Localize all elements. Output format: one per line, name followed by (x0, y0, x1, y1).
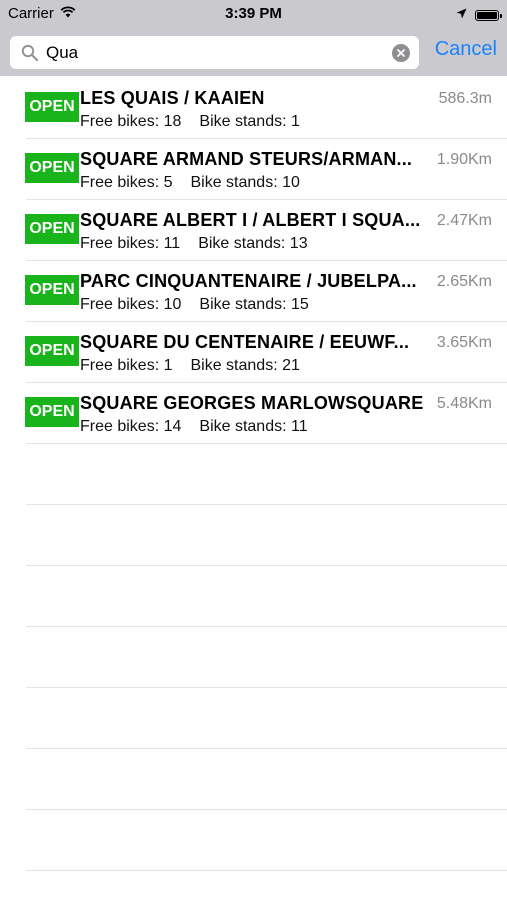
free-bikes-label: Free bikes: 1 (80, 357, 173, 374)
station-availability: Free bikes: 1 Bike stands: 21 (80, 357, 300, 375)
status-bar: Carrier 3:39 PM (0, 0, 507, 28)
station-availability: Free bikes: 5 Bike stands: 10 (80, 174, 300, 192)
station-availability: Free bikes: 18 Bike stands: 1 (80, 113, 300, 131)
search-input[interactable] (46, 36, 376, 69)
list-item[interactable]: OPEN SQUARE ARMAND STEURS/ARMAN... 1.90K… (25, 139, 507, 200)
list-item[interactable]: OPEN SQUARE GEORGES MARLOWSQUARE 5.48Km … (25, 383, 507, 444)
empty-row-separator (26, 810, 507, 871)
list-item[interactable]: OPEN SQUARE ALBERT I / ALBERT I SQUA... … (25, 200, 507, 261)
status-badge: OPEN (25, 153, 79, 183)
bike-stands-label: Bike stands: 15 (199, 296, 309, 313)
search-bar: Cancel (0, 28, 507, 76)
bike-stands-label: Bike stands: 1 (199, 113, 300, 130)
list-item[interactable]: OPEN LES QUAIS / KAAIEN 586.3m Free bike… (25, 78, 507, 139)
station-name: SQUARE ALBERT I / ALBERT I SQUA... (80, 210, 421, 230)
bike-stands-label: Bike stands: 13 (198, 235, 308, 252)
station-distance: 2.47Km (436, 212, 492, 229)
status-badge: OPEN (25, 92, 79, 122)
station-name: SQUARE ARMAND STEURS/ARMAN... (80, 149, 413, 169)
empty-row-separator (26, 505, 507, 566)
station-name: SQUARE GEORGES MARLOWSQUARE (80, 393, 424, 413)
bike-stands-label: Bike stands: 21 (190, 357, 300, 374)
station-distance: 5.48Km (436, 395, 492, 412)
location-arrow-icon (456, 6, 467, 24)
list-item[interactable]: OPEN SQUARE DU CENTENAIRE / EEUWF... 3.6… (25, 322, 507, 383)
search-icon (21, 44, 39, 62)
free-bikes-label: Free bikes: 14 (80, 418, 182, 435)
empty-row-separator (26, 566, 507, 627)
status-badge: OPEN (25, 397, 79, 427)
station-list: OPEN LES QUAIS / KAAIEN 586.3m Free bike… (0, 78, 507, 871)
station-distance: 586.3m (438, 90, 492, 107)
station-availability: Free bikes: 10 Bike stands: 15 (80, 296, 309, 314)
free-bikes-label: Free bikes: 18 (80, 113, 182, 130)
empty-row-separator (26, 444, 507, 505)
free-bikes-label: Free bikes: 10 (80, 296, 182, 313)
station-distance: 3.65Km (436, 334, 492, 351)
bike-stands-label: Bike stands: 10 (190, 174, 300, 191)
station-availability: Free bikes: 14 Bike stands: 11 (80, 418, 308, 436)
bike-stands-label: Bike stands: 11 (199, 418, 308, 435)
search-field[interactable] (10, 36, 419, 69)
free-bikes-label: Free bikes: 5 (80, 174, 173, 191)
empty-row-separator (26, 627, 507, 688)
station-name: SQUARE DU CENTENAIRE / EEUWF... (80, 332, 410, 352)
status-badge: OPEN (25, 275, 79, 305)
empty-row-separator (26, 749, 507, 810)
station-availability: Free bikes: 11 Bike stands: 13 (80, 235, 308, 253)
status-right (456, 6, 502, 24)
station-name: LES QUAIS / KAAIEN (80, 88, 265, 108)
free-bikes-label: Free bikes: 11 (80, 235, 181, 252)
clear-search-icon[interactable] (392, 44, 410, 62)
empty-row-separator (26, 688, 507, 749)
status-badge: OPEN (25, 214, 79, 244)
list-item[interactable]: OPEN PARC CINQUANTENAIRE / JUBELPA... 2.… (25, 261, 507, 322)
station-name: PARC CINQUANTENAIRE / JUBELPA... (80, 271, 417, 291)
cancel-button[interactable]: Cancel (435, 38, 497, 61)
station-distance: 2.65Km (436, 273, 492, 290)
status-badge: OPEN (25, 336, 79, 366)
station-distance: 1.90Km (436, 151, 492, 168)
status-time: 3:39 PM (225, 5, 282, 22)
battery-icon (475, 9, 502, 21)
